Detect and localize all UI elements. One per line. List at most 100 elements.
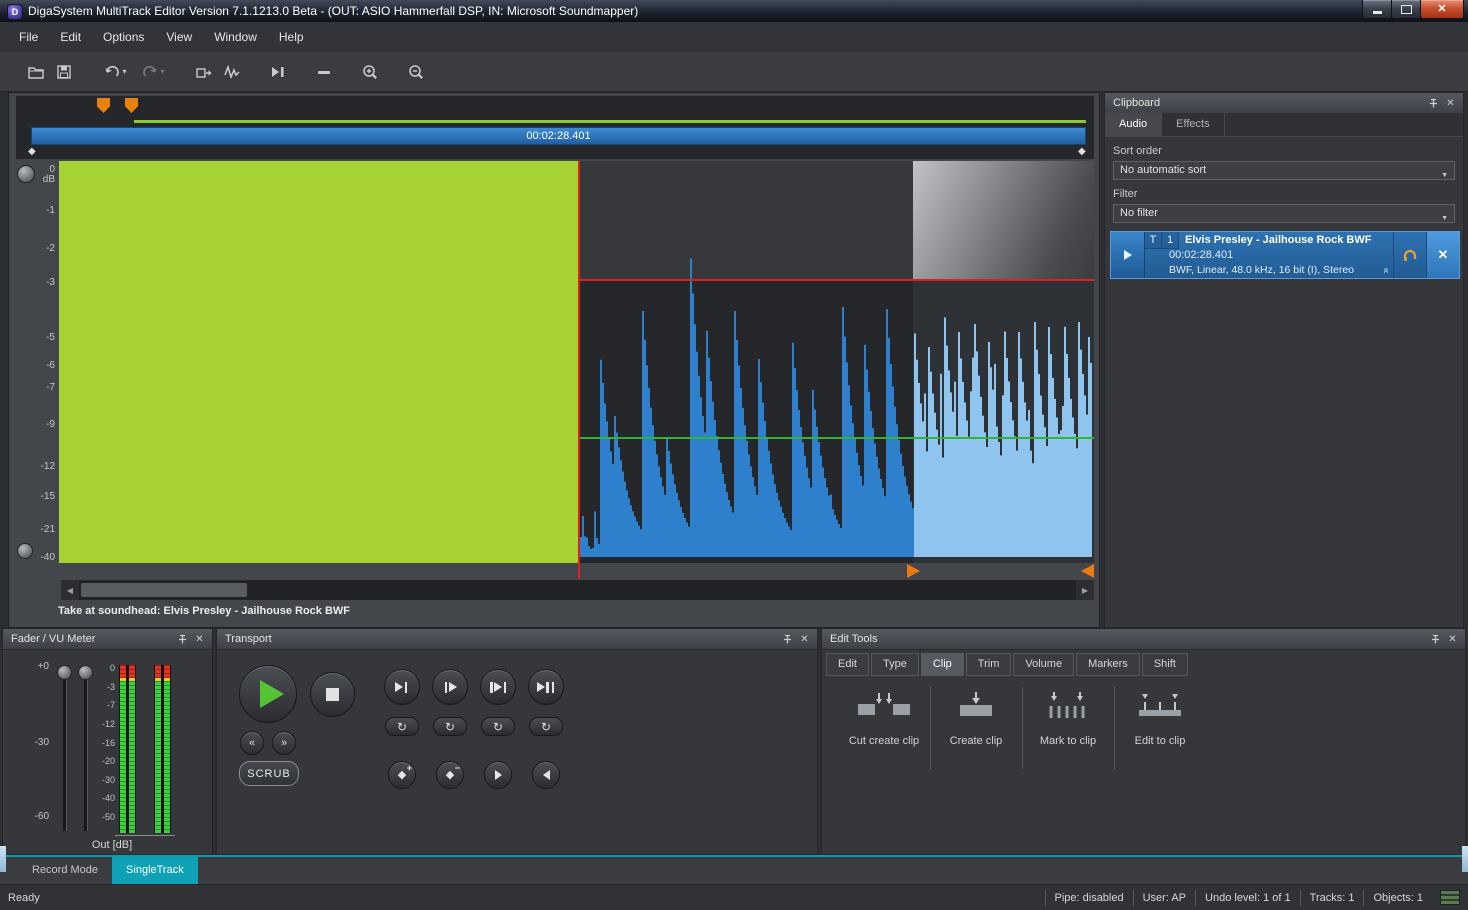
play-around-mark-button[interactable] [528, 669, 564, 705]
play-item-button[interactable] [1111, 232, 1145, 278]
tab-markers[interactable]: Markers [1076, 653, 1140, 676]
playhead-cursor[interactable] [578, 161, 580, 579]
menu-item-window[interactable]: Window [203, 26, 268, 48]
play-button[interactable] [239, 665, 297, 723]
open-folder-icon [27, 63, 45, 81]
play-to-mark-button[interactable] [384, 669, 420, 705]
overview-timeline[interactable]: 00:02:28.401 ◆ ◆ [16, 96, 1094, 159]
vu-bar [120, 665, 126, 833]
vu-meter-right [154, 665, 171, 833]
tab-edit[interactable]: Edit [826, 653, 869, 676]
tab-type[interactable]: Type [871, 653, 919, 676]
tab-audio[interactable]: Audio [1105, 113, 1162, 136]
save-button[interactable] [50, 58, 78, 86]
overview-take-bar [134, 120, 1086, 123]
panel-close-icon[interactable]: ✕ [192, 632, 207, 646]
menu-item-edit[interactable]: Edit [49, 26, 92, 48]
waveform-area[interactable] [59, 161, 1094, 563]
next-marker-button[interactable] [484, 761, 512, 789]
play-between-marks-button[interactable] [480, 669, 516, 705]
loop-between-marks-button[interactable]: ↻ [481, 717, 515, 736]
panel-close-icon[interactable]: ✕ [1445, 632, 1460, 646]
clipboard-item[interactable]: T 1 Elvis Presley - Jailhouse Rock BWF 0… [1110, 231, 1460, 279]
loop-from-mark-button[interactable]: ↻ [433, 717, 467, 736]
tab-clip[interactable]: Clip [921, 653, 964, 676]
edit-to-clip-button[interactable]: Edit to clip [1114, 687, 1206, 747]
overview-position-bar[interactable]: 00:02:28.401 [31, 127, 1086, 145]
redo-icon [141, 63, 159, 81]
scroll-right-icon[interactable]: ▶ [1076, 580, 1094, 600]
overview-marker-icon[interactable] [97, 98, 110, 113]
gain-knob-low[interactable] [17, 543, 33, 559]
prev-marker-button[interactable] [532, 761, 560, 789]
filter-select[interactable]: No filter ▼ [1113, 204, 1455, 223]
redo-button[interactable]: ▾ [134, 58, 172, 86]
meter-scale-label: -20 [93, 756, 115, 766]
rewind-button[interactable]: « [240, 731, 264, 755]
selection-start-marker-icon[interactable] [907, 564, 920, 578]
scrub-button[interactable]: SCRUB [239, 761, 299, 786]
overview-handle-right[interactable]: ◆ [1078, 146, 1086, 157]
zoom-in-button[interactable] [356, 58, 384, 86]
cut-create-clip-button[interactable]: Cut create clip [838, 687, 930, 747]
tab-trim[interactable]: Trim [966, 653, 1012, 676]
insert-take-button[interactable] [190, 58, 218, 86]
fader-knob-left[interactable] [57, 665, 72, 680]
zoom-out-button[interactable] [402, 58, 430, 86]
minimize-button[interactable] [1362, 0, 1392, 19]
goto-marker-button[interactable] [264, 58, 292, 86]
stop-button[interactable] [310, 672, 355, 717]
marked-region-block[interactable] [59, 161, 578, 563]
fader-knob-right[interactable] [78, 665, 93, 680]
maximize-button[interactable] [1391, 0, 1421, 19]
pin-icon[interactable] [780, 632, 795, 646]
selection-end-marker-icon[interactable] [1081, 564, 1094, 578]
sort-order-select[interactable]: No automatic sort ▼ [1113, 161, 1455, 180]
meter-scale-label: 0 [93, 663, 115, 673]
mark-to-clip-button[interactable]: Mark to clip [1022, 687, 1114, 747]
gain-knob[interactable] [17, 165, 35, 183]
tab-effects[interactable]: Effects [1162, 113, 1224, 136]
menu-item-help[interactable]: Help [268, 26, 315, 48]
menu-item-view[interactable]: View [155, 26, 203, 48]
menu-item-file[interactable]: File [8, 26, 49, 48]
scrollbar-thumb[interactable] [81, 583, 247, 597]
meter-scale-label: -30 [93, 775, 115, 785]
prelisten-button[interactable] [1393, 232, 1426, 278]
undo-dropdown-icon[interactable]: ▾ [122, 67, 126, 76]
close-button[interactable]: ✕ [1420, 0, 1464, 19]
zoom-fit-button[interactable] [310, 58, 338, 86]
horizontal-scrollbar[interactable]: ◀ ▶ [61, 580, 1094, 600]
tab-volume[interactable]: Volume [1013, 653, 1074, 676]
panel-close-icon[interactable]: ✕ [1443, 96, 1458, 110]
fader-track-left[interactable] [63, 669, 67, 831]
status-objects: Objects: 1 [1363, 890, 1432, 906]
open-button[interactable] [22, 58, 50, 86]
panel-close-icon[interactable]: ✕ [797, 632, 812, 646]
fader-track-right[interactable] [84, 669, 88, 831]
pin-icon[interactable] [1428, 632, 1443, 646]
tab-shift[interactable]: Shift [1142, 653, 1188, 676]
loop-to-mark-button[interactable]: ↻ [385, 717, 419, 736]
undo-button[interactable]: ▾ [96, 58, 134, 86]
tab-singletrack[interactable]: SingleTrack [112, 857, 198, 884]
remove-item-button[interactable]: ✕ [1426, 232, 1459, 278]
forward-button[interactable]: » [272, 731, 296, 755]
collapse-icon[interactable]: » [1381, 268, 1392, 274]
overview-marker-icon[interactable] [125, 98, 138, 113]
waveform-edit-button[interactable] [218, 58, 246, 86]
scroll-left-icon[interactable]: ◀ [61, 580, 79, 600]
play-icon [260, 680, 284, 708]
remove-marker-button[interactable]: ◆− [436, 761, 464, 789]
menu-item-options[interactable]: Options [92, 26, 155, 48]
create-clip-button[interactable]: Create clip [930, 687, 1022, 747]
headphone-icon [1401, 246, 1419, 264]
add-marker-button[interactable]: ◆+ [388, 761, 416, 789]
close-icon: ✕ [1437, 4, 1446, 15]
loop-around-mark-button[interactable]: ↻ [529, 717, 563, 736]
pin-icon[interactable] [1426, 96, 1441, 110]
play-from-mark-button[interactable] [432, 669, 468, 705]
overview-handle-left[interactable]: ◆ [28, 146, 36, 157]
tab-record-mode[interactable]: Record Mode [18, 857, 112, 884]
pin-icon[interactable] [175, 632, 190, 646]
